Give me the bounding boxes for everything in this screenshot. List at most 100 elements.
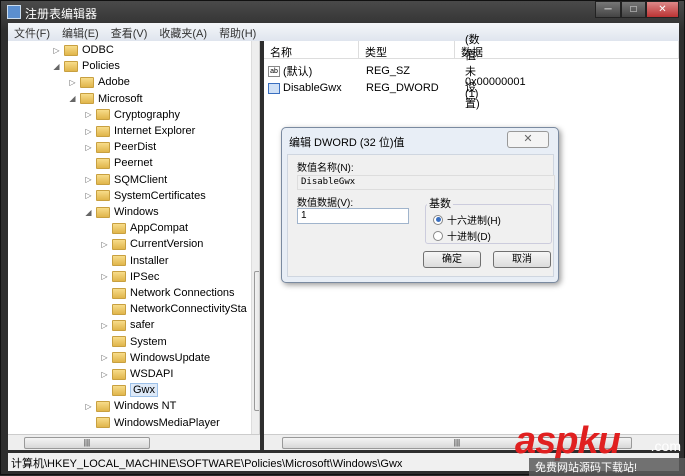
folder-icon <box>112 319 126 331</box>
menu-view[interactable]: 查看(V) <box>105 23 154 41</box>
menu-bar: 文件(F) 编辑(E) 查看(V) 收藏夹(A) 帮助(H) <box>8 23 679 41</box>
folder-icon <box>64 44 78 56</box>
tree-node-label: Microsoft <box>98 92 143 105</box>
tree-node-windows-nt[interactable]: ▷ Windows NT <box>84 398 176 414</box>
menu-edit[interactable]: 编辑(E) <box>56 23 105 41</box>
folder-icon <box>112 255 126 267</box>
expand-toggle-icon[interactable]: ▷ <box>84 110 93 119</box>
tree-node-label: Adobe <box>98 76 130 89</box>
folder-icon <box>80 93 94 105</box>
expand-toggle-icon[interactable]: ▷ <box>84 175 93 184</box>
folder-icon <box>96 400 110 412</box>
column-header-type[interactable]: 类型 <box>359 41 455 59</box>
expand-toggle-icon[interactable]: ▷ <box>100 370 109 379</box>
expand-toggle-icon[interactable]: ▷ <box>68 78 77 87</box>
base-label: 基数 <box>427 195 453 211</box>
tree-node-safer[interactable]: ▷ safer <box>100 317 154 333</box>
tree-node-adobe[interactable]: ▷ Adobe <box>68 74 130 90</box>
dialog-title: 编辑 DWORD (32 位)值 <box>289 137 405 149</box>
folder-icon <box>80 76 94 88</box>
tree-node-policies[interactable]: ◢ Policies <box>52 58 119 74</box>
value-row-default[interactable]: ab (默认) REG_SZ (数值未设置) <box>268 34 480 110</box>
tree-node-windowsupdate[interactable]: ▷ WindowsUpdate <box>100 350 210 366</box>
tree-node-ipsec[interactable]: ▷ IPSec <box>100 269 159 285</box>
tree-node-label: Internet Explorer <box>114 125 196 137</box>
tree-node-gwx[interactable]: Gwx <box>100 382 158 398</box>
folder-icon <box>112 368 126 380</box>
folder-icon <box>112 287 126 299</box>
folder-icon <box>96 417 110 429</box>
expand-toggle-icon[interactable]: ▷ <box>84 143 93 152</box>
tree-node-systemcertificates[interactable]: ▷ SystemCertificates <box>84 188 206 204</box>
tree-node-label: SQMClient <box>114 173 168 186</box>
tree-node-wsdapi[interactable]: ▷ WSDAPI <box>100 366 173 382</box>
tree-node-peerdist[interactable]: ▷ PeerDist <box>84 139 156 155</box>
tree-horizontal-scrollbar[interactable]: ||| <box>8 434 260 450</box>
column-header-data[interactable]: 数据 <box>455 41 679 59</box>
tree-node-cryptography[interactable]: ▷ Cryptography <box>84 107 180 123</box>
tree-node-odbc[interactable]: ▷ ODBC <box>52 42 113 58</box>
tree-node-label: Installer <box>130 254 169 267</box>
expand-toggle-icon[interactable]: ▷ <box>84 402 93 411</box>
tree-node-network-connections[interactable]: Network Connections <box>100 285 235 301</box>
expand-toggle-icon[interactable]: ▷ <box>100 272 109 281</box>
tree-node-peernet[interactable]: Peernet <box>84 155 153 171</box>
value-name-field[interactable]: DisableGwx <box>297 175 555 190</box>
value-name: (默认) <box>283 66 313 78</box>
expand-toggle-icon[interactable]: ◢ <box>52 62 61 71</box>
folder-icon <box>96 157 110 169</box>
tree-node-currentversion[interactable]: ▷ CurrentVersion <box>100 236 203 252</box>
radio-button-checked[interactable] <box>433 214 443 225</box>
menu-help[interactable]: 帮助(H) <box>213 23 262 41</box>
dialog-close-button[interactable]: ✕ <box>507 131 549 148</box>
tree-node-label: SystemCertificates <box>114 189 206 202</box>
tree-node-installer[interactable]: Installer <box>100 253 169 269</box>
maximize-button[interactable]: □ <box>621 1 646 18</box>
tree-node-networkconnectivitysta[interactable]: NetworkConnectivitySta <box>100 301 247 317</box>
radio-decimal[interactable]: 十进制(D) <box>433 228 491 243</box>
value-name-label: 数值名称(N): <box>297 163 354 174</box>
tree-node-label: CurrentVersion <box>130 238 204 251</box>
tree-node-sqmclient[interactable]: ▷ SQMClient <box>84 172 167 188</box>
tree-node-internet-explorer[interactable]: ▷ Internet Explorer <box>84 123 195 139</box>
tree-node-label: WindowsMediaPlayer <box>114 416 220 429</box>
expand-toggle-icon[interactable]: ▷ <box>100 240 109 249</box>
window-title: 注册表编辑器 <box>25 7 98 21</box>
expand-toggle-icon[interactable]: ◢ <box>68 94 77 103</box>
expand-toggle-icon[interactable]: ▷ <box>100 353 109 362</box>
tree-node-windowsmediaplayer[interactable]: WindowsMediaPlayer <box>84 415 220 431</box>
tree-node-windows[interactable]: ◢ Windows <box>84 204 159 220</box>
menu-favorites[interactable]: 收藏夹(A) <box>153 23 213 41</box>
tree-node-label: WindowsUpdate <box>130 351 211 364</box>
close-button[interactable]: ✕ <box>646 1 679 18</box>
value-name: DisableGwx <box>283 82 342 94</box>
ok-button[interactable]: 确定 <box>423 251 481 268</box>
radio-hex[interactable]: 十六进制(H) <box>433 212 501 227</box>
expand-toggle-icon[interactable]: ▷ <box>52 46 61 55</box>
expand-toggle-icon[interactable]: ▷ <box>100 321 109 330</box>
tree-node-label: Peernet <box>114 157 153 170</box>
column-header-name[interactable]: 名称 <box>264 41 359 59</box>
scroll-thumb[interactable]: ||| <box>24 437 150 449</box>
value-type: REG_DWORD <box>366 82 439 94</box>
value-row-disablegwx[interactable]: DisableGwx REG_DWORD 0x00000001 (1) <box>268 76 526 100</box>
tree-node-label: Windows <box>114 206 159 218</box>
folder-icon <box>96 141 110 153</box>
expand-toggle-icon[interactable]: ▷ <box>84 191 93 200</box>
scroll-thumb[interactable] <box>254 271 259 411</box>
tree-node-system[interactable]: System <box>100 334 167 350</box>
tree-vertical-scrollbar[interactable] <box>251 41 259 434</box>
radio-button[interactable] <box>433 230 443 241</box>
tree-node-label: PeerDist <box>114 141 157 154</box>
expand-toggle-icon[interactable]: ▷ <box>84 127 93 136</box>
value-data-input[interactable]: 1 <box>297 208 409 224</box>
binary-value-icon <box>268 82 280 94</box>
registry-tree[interactable]: WindowsMediaPlayer ▷ Windows NT Gwx ▷ WSDAPI ▷… <box>8 41 260 434</box>
menu-file[interactable]: 文件(F) <box>8 23 56 41</box>
tree-node-appcompat[interactable]: AppCompat <box>100 220 188 236</box>
minimize-button[interactable]: ─ <box>595 1 621 18</box>
cancel-button[interactable]: 取消 <box>493 251 551 268</box>
expand-toggle-icon[interactable]: ◢ <box>84 208 93 217</box>
folder-icon <box>112 352 126 364</box>
tree-node-microsoft[interactable]: ◢ Microsoft <box>68 91 143 107</box>
